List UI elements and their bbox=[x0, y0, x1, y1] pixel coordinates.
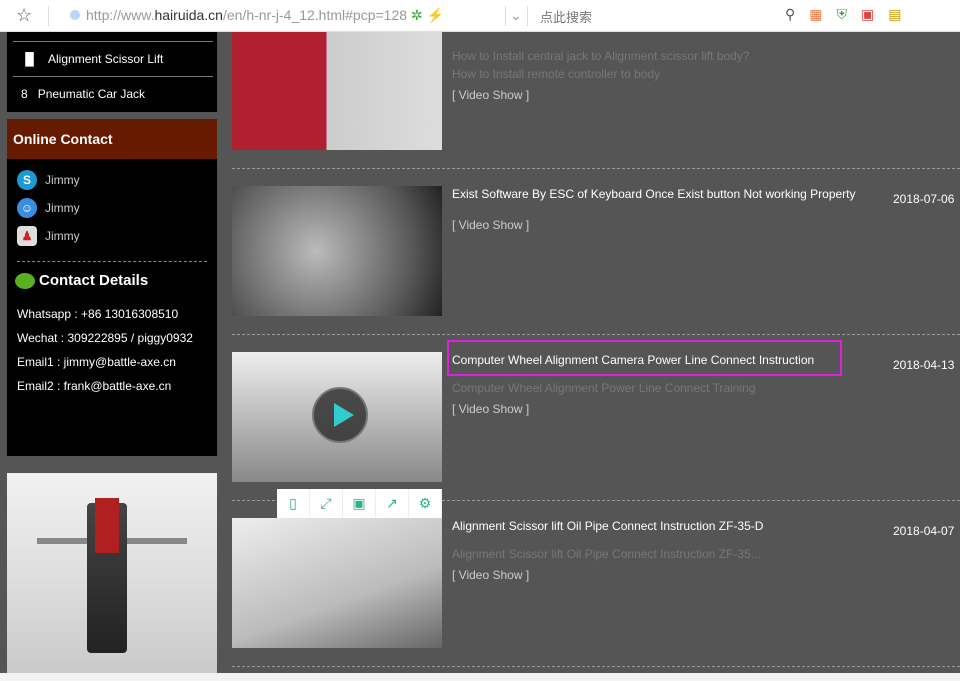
url-path: /en/h-nr-j-4_12.html#pcp=128 bbox=[222, 7, 408, 23]
product-promo-image[interactable] bbox=[7, 473, 217, 681]
video-description: How to Install remote controller to body bbox=[452, 67, 661, 81]
divider bbox=[232, 666, 960, 667]
contact-name: Jimmy bbox=[45, 229, 80, 243]
wechat-detail: Wechat : 309222895 / piggy0932 bbox=[17, 331, 193, 345]
search-icon[interactable]: ⚲ bbox=[785, 6, 795, 23]
email1-detail[interactable]: Email1 : jimmy@battle-axe.cn bbox=[17, 355, 176, 369]
email2-detail[interactable]: Email2 : frank@battle-axe.cn bbox=[17, 379, 171, 393]
divider bbox=[17, 261, 207, 262]
video-thumbnail[interactable] bbox=[232, 32, 442, 150]
divider bbox=[505, 6, 506, 26]
video-date: 2018-04-07 bbox=[893, 524, 955, 538]
online-contact-heading: Online Contact bbox=[7, 119, 217, 159]
bookmark-star-icon[interactable]: ☆ bbox=[16, 5, 32, 26]
status-bar bbox=[0, 673, 960, 681]
highlight-box bbox=[447, 340, 842, 376]
divider bbox=[48, 6, 49, 26]
refresh-icon[interactable]: ✲ ⚡ bbox=[411, 7, 444, 23]
contact-qq[interactable]: ♟ Jimmy bbox=[17, 226, 80, 246]
url-domain: hairuida.cn bbox=[154, 7, 223, 23]
translate-icon[interactable]: ▣ bbox=[861, 6, 874, 23]
video-show-link[interactable]: [ Video Show ] bbox=[452, 88, 529, 102]
divider bbox=[232, 334, 960, 335]
video-toolbar: ▯ ⤢ ▣ ↗ ⚙ bbox=[277, 489, 442, 518]
save-icon[interactable]: ▣ bbox=[343, 489, 376, 518]
contact-name: Jimmy bbox=[45, 173, 80, 187]
gear-icon[interactable]: ⚙ bbox=[409, 489, 442, 518]
video-title[interactable]: Alignment Scissor lift Oil Pipe Connect … bbox=[452, 519, 763, 533]
video-thumbnail[interactable] bbox=[232, 518, 442, 648]
fullscreen-icon[interactable]: ⤢ bbox=[310, 489, 343, 518]
sidebar-item-alignment-scissor-lift[interactable]: ▐▌ Alignment Scissor Lift bbox=[13, 41, 213, 75]
divider bbox=[527, 6, 528, 26]
contact-messenger[interactable]: ☺ Jimmy bbox=[17, 198, 80, 218]
video-description: Alignment Scissor lift Oil Pipe Connect … bbox=[452, 547, 761, 561]
contact-details-heading: Contact Details bbox=[15, 272, 148, 289]
video-date: 2018-07-06 bbox=[893, 192, 955, 206]
chat-bubble-icon bbox=[15, 272, 35, 289]
contact-details-title: Contact Details bbox=[39, 272, 149, 289]
play-icon[interactable] bbox=[312, 387, 368, 443]
video-show-link[interactable]: [ Video Show ] bbox=[452, 218, 529, 232]
share-icon[interactable]: ↗ bbox=[376, 489, 409, 518]
sidebar-item-pneumatic-car-jack[interactable]: 8 Pneumatic Car Jack bbox=[13, 76, 213, 110]
site-icon bbox=[70, 10, 80, 20]
video-date: 2018-04-13 bbox=[893, 358, 955, 372]
search-input[interactable]: 点此搜索 bbox=[540, 7, 592, 26]
dropdown-chevron-icon[interactable]: ⌄ bbox=[510, 7, 522, 24]
browser-toolbar: ☆ http://www.hairuida.cn/en/h-nr-j-4_12.… bbox=[0, 0, 960, 32]
skype-icon: S bbox=[17, 170, 37, 190]
contact-name: Jimmy bbox=[45, 201, 80, 215]
sidebar-nav: ▐▌ Alignment Scissor Lift 8 Pneumatic Car … bbox=[7, 32, 217, 112]
qq-icon: ♟ bbox=[17, 226, 37, 246]
address-bar[interactable]: http://www.hairuida.cn/en/h-nr-j-4_12.ht… bbox=[70, 7, 444, 24]
nav-label: Pneumatic Car Jack bbox=[37, 86, 146, 101]
video-title[interactable]: Exist Software By ESC of Keyboard Once E… bbox=[452, 187, 856, 201]
image-part bbox=[95, 498, 119, 553]
video-thumbnail[interactable] bbox=[232, 352, 442, 482]
shield-icon[interactable]: ⛨ bbox=[837, 6, 848, 23]
contact-panel: S Jimmy ☺ Jimmy ♟ Jimmy Contact Details Wha… bbox=[7, 159, 217, 456]
video-show-link[interactable]: [ Video Show ] bbox=[452, 568, 529, 582]
video-thumbnail[interactable] bbox=[232, 186, 442, 316]
contact-skype[interactable]: S Jimmy bbox=[17, 170, 80, 190]
whatsapp-detail: Whatsapp : +86 13016308510 bbox=[17, 307, 179, 321]
url-prefix: http://www. bbox=[86, 7, 155, 23]
video-description: How to Install central jack to Alignment… bbox=[452, 49, 750, 63]
video-show-link[interactable]: [ Video Show ] bbox=[452, 402, 529, 416]
apps-icon[interactable]: ▦ bbox=[809, 6, 822, 23]
lift-icon: ▐▌ bbox=[21, 51, 39, 66]
tablet-icon[interactable]: ▯ bbox=[277, 489, 310, 518]
extension-icon[interactable]: ▤ bbox=[888, 6, 901, 23]
jack-icon: 8 bbox=[21, 86, 28, 101]
nav-label: Alignment Scissor Lift bbox=[48, 51, 164, 66]
video-description: Computer Wheel Alignment Power Line Conn… bbox=[452, 381, 756, 395]
divider bbox=[232, 168, 960, 169]
messenger-icon: ☺ bbox=[17, 198, 37, 218]
